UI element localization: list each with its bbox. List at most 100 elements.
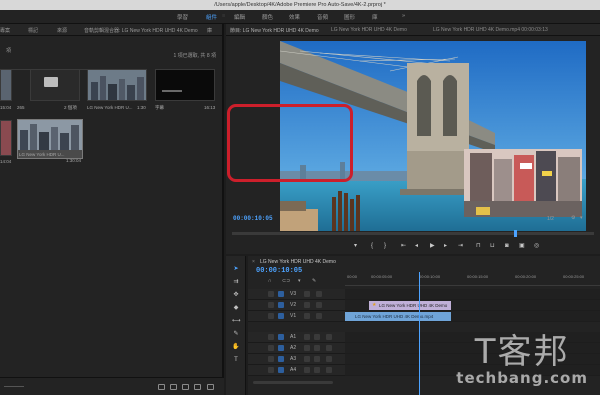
microphone-icon[interactable]	[326, 367, 332, 373]
play-icon[interactable]: ▶	[430, 242, 435, 250]
solo-button[interactable]	[314, 334, 320, 340]
settings-wrench-icon[interactable]: ✎	[312, 278, 316, 284]
step-back-icon[interactable]: ◂	[415, 242, 418, 250]
ripple-edit-tool-icon[interactable]: ✥	[232, 291, 240, 299]
track-v3[interactable]	[345, 289, 600, 300]
tab-markers[interactable]: 標記	[28, 27, 38, 34]
timeline-sequence-tab[interactable]: LG New York HDR UHD 4K Demo	[260, 259, 336, 265]
tab-libraries[interactable]: 庫	[207, 27, 212, 34]
timeline-zoom-scrollbar[interactable]	[253, 381, 333, 384]
add-marker-icon[interactable]: ▾	[354, 242, 357, 250]
trash-icon[interactable]	[207, 384, 214, 390]
slip-tool-icon[interactable]: ⟷	[232, 317, 241, 325]
track-header-a4[interactable]: A4	[248, 365, 345, 376]
tab-source[interactable]: 來源	[57, 27, 67, 34]
wrench-icon[interactable]: ⚙	[571, 215, 575, 221]
project-item-thumbnail[interactable]	[0, 69, 12, 101]
mute-button[interactable]	[304, 367, 310, 373]
microphone-icon[interactable]	[326, 356, 332, 362]
tab-source-clip[interactable]: LG New York HDR UHD 4K Demo.mp4 00:00:03…	[433, 27, 548, 33]
camera-icon[interactable]: ◙	[505, 242, 509, 250]
tab-sequence[interactable]: LG New York HDR UHD 4K Demo	[331, 27, 407, 33]
sync-lock-icon[interactable]	[304, 313, 310, 319]
project-item-thumbnail[interactable]	[155, 69, 215, 101]
workspace-tab-graphics[interactable]: 圖形	[344, 13, 355, 21]
lock-icon[interactable]	[268, 334, 274, 340]
program-timecode[interactable]: 00:00:10:05	[233, 215, 273, 222]
track-select-tool-icon[interactable]: ⇉	[232, 278, 240, 286]
type-tool-icon[interactable]: T	[232, 356, 240, 364]
tab-project[interactable]: 專案	[0, 27, 10, 34]
mark-in-icon[interactable]: {	[371, 242, 373, 250]
project-item-thumbnail[interactable]	[0, 120, 12, 156]
mute-button[interactable]	[304, 345, 310, 351]
program-scrubber[interactable]	[232, 230, 594, 237]
timeline-playhead[interactable]	[419, 272, 420, 395]
selection-tool-icon[interactable]: ➤	[232, 265, 240, 273]
extract-icon[interactable]: ⊔	[490, 242, 495, 250]
track-target-toggle[interactable]	[278, 291, 284, 297]
sync-lock-icon[interactable]	[304, 302, 310, 308]
tab-audio-clip-mixer[interactable]: 音軌剪輯混合器: LG New York HDR UHD 4K Demo	[84, 27, 198, 34]
proxy-icon[interactable]: ◎	[534, 242, 539, 250]
go-to-out-icon[interactable]: ⇥	[458, 242, 463, 250]
step-forward-icon[interactable]: ▸	[444, 242, 447, 250]
eye-icon[interactable]	[316, 291, 322, 297]
snap-icon[interactable]: ∩	[268, 278, 272, 284]
workspace-tab-color[interactable]: 顏色	[262, 13, 273, 21]
project-item-folder[interactable]	[30, 69, 80, 101]
resolution-dropdown[interactable]: 1/2	[547, 216, 554, 222]
microphone-icon[interactable]	[326, 334, 332, 340]
timeline-ruler[interactable]: 00:00 00:00:05:00 00:00:10:00 00:00:15:0…	[345, 272, 600, 286]
scrubber-playhead[interactable]	[514, 230, 517, 237]
solo-button[interactable]	[314, 356, 320, 362]
razor-tool-icon[interactable]: ◆	[232, 304, 240, 312]
vr-icon[interactable]: ▣	[519, 242, 525, 250]
track-target-toggle[interactable]	[278, 345, 284, 351]
timeline-clip[interactable]: LG New York HDR UHD 4K Demo	[369, 301, 451, 310]
pen-tool-icon[interactable]: ✎	[232, 330, 240, 338]
track-target-toggle[interactable]	[278, 356, 284, 362]
microphone-icon[interactable]	[326, 345, 332, 351]
eye-icon[interactable]	[316, 313, 322, 319]
lock-icon[interactable]	[268, 313, 274, 319]
lift-icon[interactable]: ⊓	[476, 242, 481, 250]
workspace-tab-effects[interactable]: 效果	[289, 13, 300, 21]
timeline-timecode[interactable]: 00:00:10:05	[256, 267, 302, 275]
track-target-toggle[interactable]	[278, 302, 284, 308]
workspace-tab-libraries[interactable]: 庫	[372, 13, 378, 21]
track-target-toggle[interactable]	[278, 367, 284, 373]
track-v1[interactable]: LG New York HDR UHD 4K Demo.mp4	[345, 311, 600, 322]
track-header-a3[interactable]: A3	[248, 354, 345, 365]
lock-icon[interactable]	[268, 345, 274, 351]
mark-out-icon[interactable]: }	[384, 242, 386, 250]
solo-button[interactable]	[314, 367, 320, 373]
track-header-v3[interactable]: V3	[248, 289, 345, 300]
zoom-slider[interactable]	[4, 386, 24, 387]
find-icon[interactable]	[170, 384, 177, 390]
eye-icon[interactable]	[316, 302, 322, 308]
solo-button[interactable]	[314, 345, 320, 351]
lock-icon[interactable]	[268, 291, 274, 297]
track-target-toggle[interactable]	[278, 313, 284, 319]
lock-icon[interactable]	[268, 302, 274, 308]
workspace-overflow-icon[interactable]: »	[402, 13, 405, 19]
sync-lock-icon[interactable]	[304, 291, 310, 297]
new-bin-icon[interactable]	[158, 384, 165, 390]
track-target-toggle[interactable]	[278, 334, 284, 340]
track-header-a1[interactable]: A1	[248, 332, 345, 343]
tab-program[interactable]: 節目: LG New York HDR UHD 4K Demo	[230, 27, 319, 34]
track-v2[interactable]: LG New York HDR UHD 4K Demo ★	[345, 300, 600, 311]
new-folder-icon[interactable]	[182, 384, 189, 390]
track-header-a2[interactable]: A2	[248, 343, 345, 354]
mute-button[interactable]	[304, 356, 310, 362]
hand-tool-icon[interactable]: ✋	[232, 343, 240, 351]
project-item-thumbnail[interactable]	[87, 69, 147, 101]
lock-icon[interactable]	[268, 367, 274, 373]
workspace-tab-audio[interactable]: 音頻	[317, 13, 328, 21]
add-marker-icon[interactable]: ▾	[298, 278, 301, 284]
mute-button[interactable]	[304, 334, 310, 340]
workspace-tab-editing[interactable]: 編輯	[234, 13, 245, 21]
track-header-v2[interactable]: V2	[248, 300, 345, 311]
new-item-icon[interactable]	[194, 384, 201, 390]
